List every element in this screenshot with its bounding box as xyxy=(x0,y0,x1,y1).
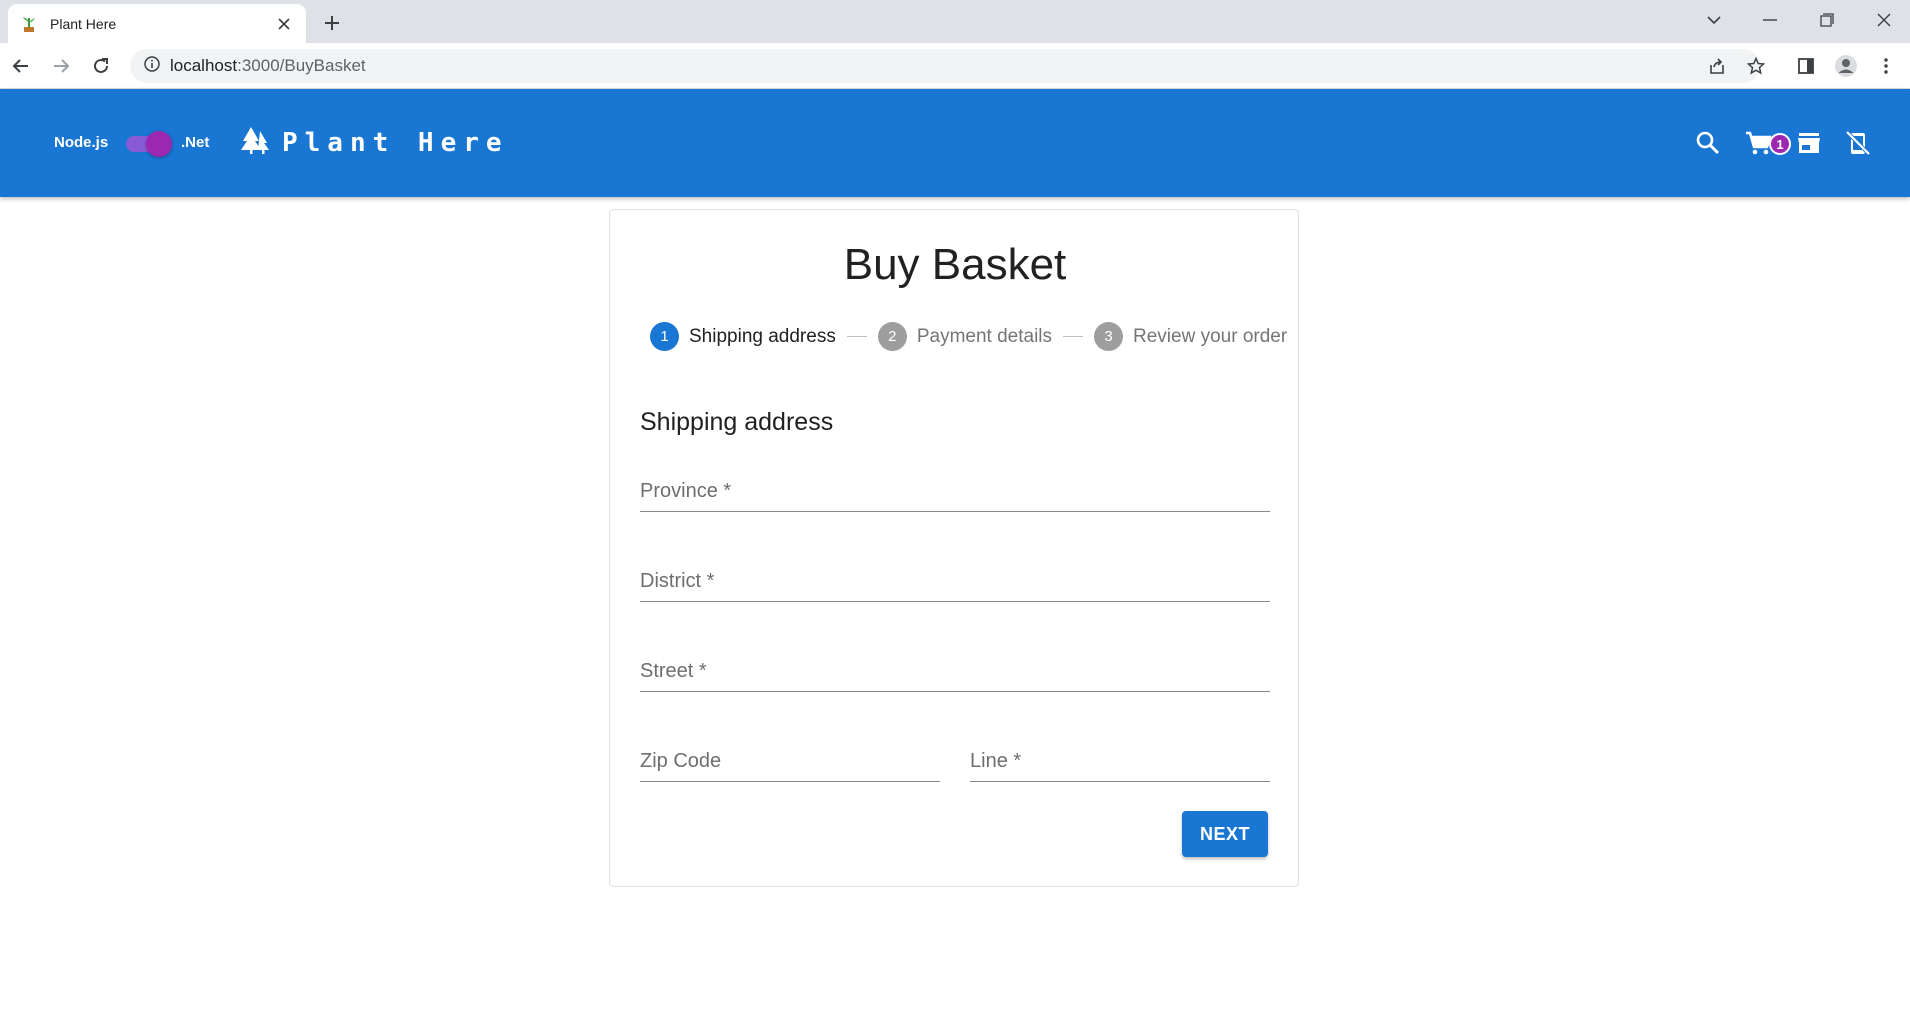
tab-search-chevron-icon[interactable] xyxy=(1686,0,1742,40)
step-label: Shipping address xyxy=(689,325,836,347)
step-number: 1 xyxy=(650,322,679,351)
address-bar[interactable]: localhost:3000/BuyBasket xyxy=(130,49,1760,83)
switch-thumb[interactable] xyxy=(146,131,172,157)
nodejs-label: Node.js xyxy=(54,134,109,151)
step-review-order: 3 Review your order xyxy=(1094,322,1287,351)
browser-menu-icon[interactable] xyxy=(1871,51,1901,81)
cart-count-badge: 1 xyxy=(1769,133,1791,155)
close-tab-icon[interactable] xyxy=(274,14,294,34)
brand-logo[interactable]: Plant Here xyxy=(240,125,509,160)
street-label: Street * xyxy=(640,660,707,682)
step-number: 3 xyxy=(1094,322,1124,351)
share-icon[interactable] xyxy=(1702,51,1732,81)
browser-tabstrip: Plant Here xyxy=(0,0,1910,43)
browser-toolbar: localhost:3000/BuyBasket xyxy=(0,43,1910,89)
line-label: Line * xyxy=(970,750,1022,772)
step-shipping-address: 1 Shipping address xyxy=(650,322,836,351)
district-label: District * xyxy=(640,570,715,592)
url-path: :3000/BuyBasket xyxy=(237,56,366,75)
no-phone-icon[interactable] xyxy=(1842,127,1874,159)
back-arrow-icon[interactable] xyxy=(6,51,36,81)
checkout-card: Buy Basket 1 Shipping address 2 Payment … xyxy=(609,209,1299,887)
site-info-icon[interactable] xyxy=(144,55,160,77)
browser-tab[interactable]: Plant Here xyxy=(8,4,306,43)
dotnet-label: .Net xyxy=(181,134,210,151)
reload-icon[interactable] xyxy=(86,51,116,81)
bookmark-star-icon[interactable] xyxy=(1741,51,1771,81)
page-title: Buy Basket xyxy=(843,240,1067,289)
step-label: Payment details xyxy=(916,325,1053,347)
store-icon[interactable] xyxy=(1793,127,1825,159)
street-field[interactable]: Street * xyxy=(640,644,1270,692)
section-title: Shipping address xyxy=(640,408,834,436)
url-host: localhost xyxy=(170,56,238,75)
backend-toggle-switch[interactable] xyxy=(122,130,174,157)
new-tab-icon[interactable] xyxy=(318,9,346,37)
search-icon[interactable] xyxy=(1692,127,1724,159)
checkout-stepper: 1 Shipping address 2 Payment details 3 R… xyxy=(650,322,1287,351)
profile-avatar-icon[interactable] xyxy=(1831,51,1861,81)
forward-arrow-icon[interactable] xyxy=(46,51,76,81)
tab-title: Plant Here xyxy=(50,15,117,32)
next-button[interactable]: NEXT xyxy=(1182,811,1268,857)
line-field[interactable]: Line * xyxy=(970,734,1270,782)
restore-icon[interactable] xyxy=(1799,0,1855,40)
close-window-icon[interactable] xyxy=(1856,0,1910,40)
step-payment-details: 2 Payment details xyxy=(877,322,1053,351)
zip-code-field[interactable]: Zip Code xyxy=(640,734,940,782)
url-text: localhost:3000/BuyBasket xyxy=(170,56,366,76)
province-label: Province * xyxy=(640,480,732,502)
side-panel-icon[interactable] xyxy=(1791,51,1821,81)
zip-code-label: Zip Code xyxy=(640,750,722,772)
step-connector xyxy=(1063,336,1084,337)
app-bar: Node.js .Net Plant Here 1 xyxy=(0,89,1910,197)
province-field[interactable]: Province * xyxy=(640,464,1270,512)
plant-favicon-icon xyxy=(20,15,38,33)
district-field[interactable]: District * xyxy=(640,554,1270,602)
step-number: 2 xyxy=(877,322,907,351)
step-label: Review your order xyxy=(1133,325,1288,347)
brand-name: Plant Here xyxy=(282,127,509,158)
minimize-icon[interactable] xyxy=(1742,0,1798,40)
forest-icon xyxy=(240,125,270,160)
step-connector xyxy=(846,336,867,337)
